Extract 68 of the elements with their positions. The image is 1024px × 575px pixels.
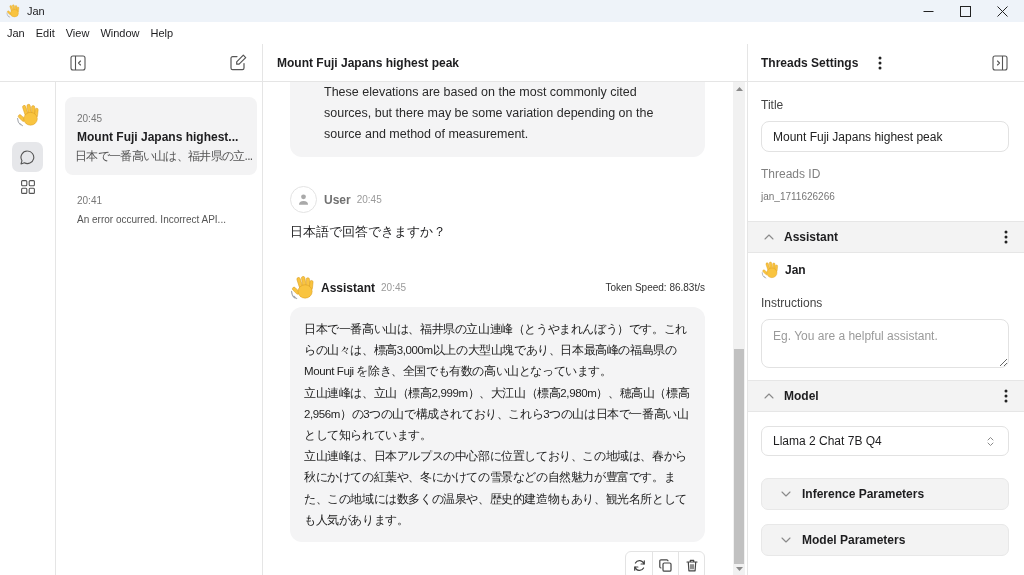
accordion-button[interactable]: Model Parameters: [761, 524, 1009, 556]
chat-button[interactable]: [12, 142, 43, 172]
menu-item[interactable]: Window: [100, 27, 140, 39]
menu-item[interactable]: Edit: [35, 27, 55, 39]
field-label: Title: [761, 97, 785, 113]
grid-icon: [20, 180, 35, 194]
thread-item[interactable]: 20:45 Mount Fuji Japans highest... 日本で一番高い山は、福井県の立...: [65, 97, 257, 175]
chevron-down-icon[interactable]: [781, 537, 791, 543]
message-time: 20:45: [356, 194, 382, 205]
waving-hand-icon: [761, 261, 779, 279]
collapse-sidebar-icon[interactable]: [70, 54, 86, 71]
trash-icon[interactable]: [685, 559, 698, 573]
message-paragraph: 日本で一番高い山は、福井県の立山連峰（とうやまれんぼう）です。これらの山々は、標高3,000m以上の大型山塊であり、日本最高峰の福島県のMount Fuji を除き、全国でも有数の高い山となっています。: [304, 322, 688, 380]
compose-icon[interactable]: [230, 54, 247, 71]
panel-title: Threads Settings: [761, 55, 859, 70]
scroll-up-icon[interactable]: [735, 87, 743, 91]
token-speed: Token Speed: 86.83t/s: [605, 282, 705, 293]
thread-id: jan_1711626266: [761, 190, 836, 204]
apps-button[interactable]: [20, 180, 35, 194]
scrollbar[interactable]: [733, 82, 745, 575]
close-icon[interactable]: [997, 5, 1008, 17]
section-title: Model: [784, 389, 819, 403]
waving-hand-icon: [290, 275, 315, 300]
menu-item[interactable]: View: [65, 27, 90, 39]
chevron-updown-icon: [987, 435, 994, 447]
assistant-name: Jan: [785, 263, 806, 277]
field-label: Instructions: [761, 295, 824, 311]
chevron-down-icon[interactable]: [781, 491, 791, 497]
collapse-panel-icon[interactable]: [992, 54, 1008, 71]
chat-icon: [20, 149, 35, 165]
thread-title: Mount Fuji Japans highest...: [77, 129, 240, 146]
instructions-input[interactable]: Eg. You are a helpful assistant.: [761, 319, 1009, 368]
more-options-icon[interactable]: [1004, 389, 1008, 403]
thread-preview: 日本で一番高い山は、福井県の立...: [75, 149, 254, 164]
waving-hand-icon: [15, 103, 40, 127]
window-title: Jan: [27, 5, 45, 17]
app-logo-icon: [6, 4, 20, 18]
field-label: Threads ID: [761, 166, 822, 182]
message-text: These elevations are based on the most commonly cited sources, but there may be some variation depending on the source and method of measurement.: [324, 84, 655, 143]
thread-time: 20:41: [77, 194, 104, 208]
copy-icon[interactable]: [659, 559, 672, 573]
thread-preview: An error occurred. Incorrect API...: [77, 213, 227, 227]
message-paragraph: 立山連峰は、立山（標高2,999m）、大江山（標高2,980m）、穂高山（標高2,956m）の3つの山で構成されており、これら3つの山は日本で一番高い山として知られています。: [304, 385, 691, 443]
user-avatar-icon: [290, 186, 317, 213]
section-header[interactable]: Assistant: [748, 221, 1024, 253]
model-select[interactable]: Llama 2 Chat 7B Q4: [761, 426, 1009, 456]
chevron-up-icon[interactable]: [764, 393, 774, 399]
chat-title: Mount Fuji Japans highest peak: [277, 55, 460, 70]
section-header[interactable]: Model: [748, 380, 1024, 412]
thread-item[interactable]: 20:41 An error occurred. Incorrect API...: [65, 179, 257, 238]
more-options-icon[interactable]: [1004, 230, 1008, 244]
accordion-button[interactable]: Inference Parameters: [761, 478, 1009, 510]
message-paragraph: 立山連峰は、日本アルプスの中心部に位置しており、この地域は、春から秋にかけての紅葉や、冬にかけての雪景などの自然魅力が豊富です。また、この地域には数多くの温泉や、歴史的建造物もあり、観光名所としても人気があります。: [304, 449, 688, 528]
title-input[interactable]: Mount Fuji Japans highest peak: [761, 121, 1009, 152]
chevron-up-icon[interactable]: [764, 234, 774, 240]
scroll-down-icon[interactable]: [735, 567, 743, 571]
message-time: 20:45: [381, 282, 407, 293]
message-author: User: [324, 192, 351, 207]
menu-item[interactable]: Jan: [7, 27, 25, 39]
message-text: 日本語で回答できますか？: [290, 223, 447, 241]
refresh-icon[interactable]: [632, 559, 646, 573]
section-title: Assistant: [784, 230, 839, 244]
message-author: Assistant: [321, 280, 376, 295]
maximize-icon[interactable]: [960, 5, 971, 17]
more-options-icon[interactable]: [878, 55, 883, 70]
menu-item[interactable]: Help: [150, 27, 174, 39]
scrollbar-thumb[interactable]: [734, 349, 744, 564]
thread-time: 20:45: [77, 112, 104, 126]
